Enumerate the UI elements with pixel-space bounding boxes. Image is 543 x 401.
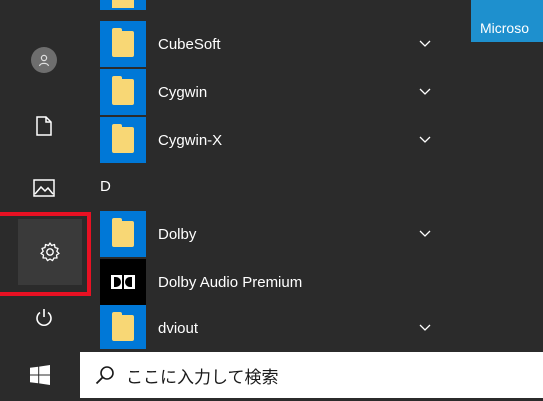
app-tile <box>100 259 146 305</box>
app-label: Cygwin-X <box>158 131 223 149</box>
app-list: CubeSoft Cygwin Cygwin-X D Dolby Dolby A… <box>88 0 448 352</box>
chevron-down-icon[interactable] <box>418 132 432 146</box>
list-item-dviout[interactable]: dviout <box>100 304 440 352</box>
search-box[interactable]: ここに入力して検索 <box>80 352 543 398</box>
list-item-cygwin[interactable]: Cygwin <box>100 68 440 116</box>
partial-app-tile <box>100 0 146 10</box>
folder-icon <box>112 28 134 57</box>
pictures-button[interactable] <box>18 164 70 212</box>
folder-icon <box>112 124 134 153</box>
search-placeholder: ここに入力して検索 <box>126 367 279 388</box>
power-button[interactable] <box>18 294 70 342</box>
document-icon <box>36 116 52 136</box>
list-item-dolby-audio-premium[interactable]: Dolby Audio Premium <box>100 258 440 306</box>
list-item-cubesoft[interactable]: CubeSoft <box>100 20 440 68</box>
chevron-down-icon[interactable] <box>418 36 432 50</box>
app-label: Dolby Audio Premium <box>158 273 303 291</box>
user-icon <box>31 47 57 73</box>
documents-button[interactable] <box>18 102 70 150</box>
app-label: CubeSoft <box>158 35 221 53</box>
list-item-dolby[interactable]: Dolby <box>100 210 440 258</box>
power-icon <box>36 309 52 326</box>
app-tile <box>100 21 146 67</box>
chevron-down-icon[interactable] <box>418 320 432 334</box>
search-icon <box>95 366 114 385</box>
live-tile-label: Microso <box>480 20 530 36</box>
dolby-logo-icon <box>111 275 135 289</box>
app-tile <box>100 69 146 115</box>
app-tile <box>100 211 146 257</box>
app-label: Dolby <box>158 225 197 243</box>
folder-icon <box>112 76 134 105</box>
user-account-button[interactable] <box>18 36 70 84</box>
app-label: Cygwin <box>158 83 208 101</box>
start-button[interactable] <box>0 349 80 401</box>
start-menu: CubeSoft Cygwin Cygwin-X D Dolby Dolby A… <box>0 0 543 352</box>
app-label: dviout <box>158 319 199 337</box>
app-tile <box>100 117 146 163</box>
chevron-down-icon[interactable] <box>418 84 432 98</box>
live-tile-microsoft[interactable]: Microso <box>471 0 543 42</box>
settings-highlight-box <box>0 212 91 296</box>
chevron-down-icon[interactable] <box>418 226 432 240</box>
folder-icon <box>112 312 134 341</box>
windows-logo-icon <box>30 365 50 385</box>
pictures-icon <box>33 179 55 197</box>
list-item-cygwin-x[interactable]: Cygwin-X <box>100 116 440 164</box>
start-rail <box>0 0 88 349</box>
app-tile <box>100 305 146 351</box>
taskbar: ここに入力して検索 <box>0 349 543 401</box>
folder-icon <box>112 218 134 247</box>
section-header-d[interactable]: D <box>100 178 111 195</box>
